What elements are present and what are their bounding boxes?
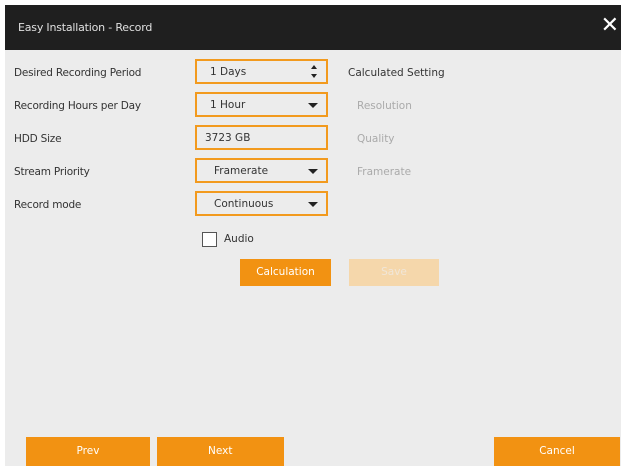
recording-period-value: 1 Days: [210, 66, 247, 78]
calculated-quality: Quality: [357, 133, 395, 145]
hdd-size-field: 3723 GB: [195, 125, 328, 150]
dialog-title: Easy Installation - Record: [18, 21, 153, 34]
hours-per-day-label: Recording Hours per Day: [14, 100, 141, 112]
next-button[interactable]: Next: [157, 437, 284, 466]
stream-priority-label: Stream Priority: [14, 166, 90, 178]
hours-per-day-value: 1 Hour: [210, 99, 246, 111]
easy-installation-dialog: Easy Installation - Record ✕ Desired Rec…: [5, 5, 621, 466]
chevron-down-icon: [308, 103, 318, 108]
chevron-down-icon: [308, 169, 318, 174]
spinner-down-icon[interactable]: [311, 74, 317, 78]
recording-period-label: Desired Recording Period: [14, 67, 142, 79]
save-button[interactable]: Save: [349, 259, 439, 286]
stream-priority-value: Framerate: [214, 165, 269, 177]
calculation-button[interactable]: Calculation: [240, 259, 331, 286]
recording-period-spinner[interactable]: 1 Days: [195, 59, 328, 84]
calculated-resolution: Resolution: [357, 100, 412, 112]
audio-label: Audio: [224, 233, 254, 245]
calculated-setting-title: Calculated Setting: [348, 67, 445, 79]
calculated-framerate: Framerate: [357, 166, 412, 178]
hdd-size-label: HDD Size: [14, 133, 62, 145]
record-mode-select[interactable]: Continuous: [195, 191, 328, 216]
hours-per-day-select[interactable]: 1 Hour: [195, 92, 328, 117]
record-mode-value: Continuous: [214, 198, 274, 210]
close-icon[interactable]: ✕: [601, 15, 619, 37]
hdd-size-value: 3723 GB: [205, 132, 251, 144]
stream-priority-select[interactable]: Framerate: [195, 158, 328, 183]
record-mode-label: Record mode: [14, 199, 82, 211]
title-bar: Easy Installation - Record ✕: [5, 5, 621, 50]
prev-button[interactable]: Prev: [26, 437, 150, 466]
spinner-up-icon[interactable]: [311, 65, 317, 69]
cancel-button[interactable]: Cancel: [494, 437, 620, 466]
chevron-down-icon: [308, 202, 318, 207]
audio-checkbox[interactable]: [202, 232, 217, 247]
